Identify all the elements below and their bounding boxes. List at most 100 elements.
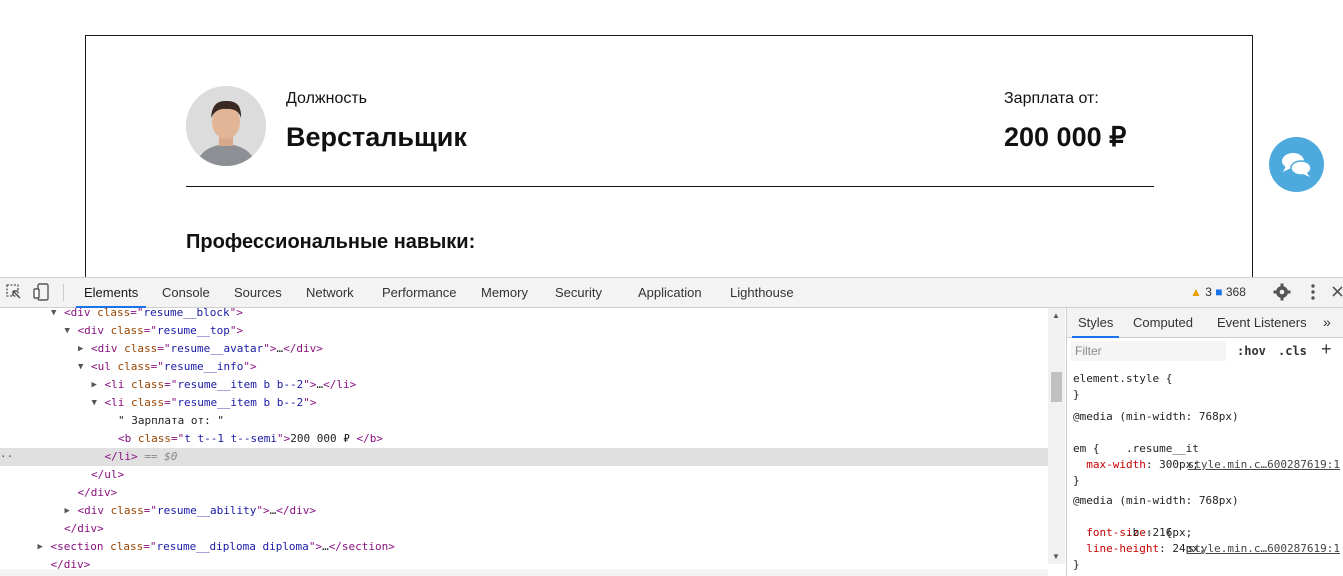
collapse-triangle-icon[interactable]: ▼ (78, 358, 83, 376)
warning-icon: ▲ (1190, 285, 1202, 299)
collapse-triangle-icon[interactable]: ▼ (65, 322, 70, 340)
tab-memory[interactable]: Memory (481, 278, 528, 307)
dom-token: <b (118, 432, 138, 445)
dom-token: <div (91, 342, 125, 355)
inspect-element-icon[interactable] (4, 282, 24, 302)
dom-token: class (97, 308, 131, 319)
cls-toggle[interactable]: .cls (1278, 344, 1307, 358)
tab-event-listeners[interactable]: Event Listeners (1217, 308, 1307, 337)
dom-token: resume__avatar (170, 342, 264, 355)
stylesheet-link[interactable]: style.min.c…600287619:1 (1188, 457, 1340, 473)
expand-triangle-icon[interactable]: ▶ (78, 340, 83, 358)
scroll-down-icon[interactable]: ▼ (1052, 552, 1060, 561)
close-icon[interactable] (1331, 282, 1343, 302)
more-tabs-icon[interactable]: » (1323, 308, 1331, 337)
dom-token: =" (143, 324, 157, 337)
tab-elements[interactable]: Elements (75, 278, 147, 308)
tab-security[interactable]: Security (555, 278, 602, 307)
hov-toggle[interactable]: :hov (1237, 344, 1266, 358)
dom-node[interactable]: ▶ <li class="resume__item b b--2">…</li> (0, 376, 1048, 394)
dom-token: "> (308, 540, 323, 553)
chat-button[interactable] (1269, 137, 1324, 192)
dom-token: <li (104, 396, 131, 409)
dom-token: "> (303, 396, 317, 409)
dom-node[interactable]: ▼ <div class="resume__block"> (0, 308, 1048, 322)
dom-token: resume__item b b--2 (177, 396, 304, 409)
position-value: Верстальщик (286, 122, 467, 152)
skills-title: Профессиональные навыки: (186, 231, 476, 253)
dom-token: class (110, 504, 144, 517)
dom-token: "> (229, 324, 244, 337)
tab-computed[interactable]: Computed (1133, 308, 1193, 337)
dom-node[interactable]: ▶ <div class="resume__avatar">…</div> (0, 340, 1048, 358)
dom-scrollbar[interactable]: ▲ ▼ (1048, 308, 1065, 564)
dom-node[interactable]: ▼ <li class="resume__item b b--2"> (0, 394, 1048, 412)
dom-node[interactable]: </ul> (0, 466, 1048, 484)
dom-node[interactable]: " Зарплата от: " (0, 412, 1048, 430)
dom-node[interactable]: </div> (0, 484, 1048, 502)
dom-token: … (322, 540, 329, 553)
dom-token: == $0 (137, 450, 178, 463)
chat-icon (1282, 153, 1312, 177)
tab-sources[interactable]: Sources (234, 278, 282, 307)
gear-icon[interactable] (1272, 282, 1292, 302)
dom-token: "> (229, 308, 243, 319)
dom-node[interactable]: ▼ <div class="resume__top"> (0, 322, 1048, 340)
dom-tree[interactable]: ▼ <div class="resume__block"> ▼ <div class=… (0, 308, 1048, 576)
resume-card: Должность Верстальщик Зарплата от: 200 0… (85, 35, 1253, 277)
issues-counter[interactable]: ▲ 3 ■ 368 (1190, 278, 1246, 307)
element-style-rule[interactable]: element.style { } (1067, 371, 1343, 403)
dom-token: class (124, 342, 158, 355)
scroll-up-icon[interactable]: ▲ (1052, 311, 1060, 320)
expand-triangle-icon[interactable]: ▶ (65, 502, 70, 520)
dom-token: class (110, 324, 144, 337)
dom-token: </div> (283, 342, 323, 355)
collapse-triangle-icon[interactable]: ▼ (92, 394, 97, 412)
rule-selector: .resume__it (1125, 442, 1199, 455)
dom-node-selected[interactable]: ·· </li> == $0 (0, 448, 1048, 466)
dom-token: </ul> (91, 468, 125, 481)
stylesheet-link[interactable]: style.min.c…600287619:1 (1188, 541, 1340, 557)
dom-token: "> (276, 432, 291, 445)
dom-node[interactable]: ▶ <div class="resume__ability">…</div> (0, 502, 1048, 520)
node-actions-icon[interactable]: ·· (0, 448, 13, 466)
tab-lighthouse[interactable]: Lighthouse (730, 278, 794, 307)
dom-node[interactable]: </div> (0, 520, 1048, 538)
salary-label: Зарплата от: (1004, 90, 1099, 107)
dom-token: 200 000 ₽ (290, 432, 357, 445)
dom-token: <div (64, 308, 98, 319)
dom-node[interactable]: <b class="t t--1 t--semi">200 000 ₽ </b> (0, 430, 1048, 448)
dom-token: </div> (276, 504, 316, 517)
dom-token: =" (150, 360, 164, 373)
expand-triangle-icon[interactable]: ▶ (92, 376, 97, 394)
media-rule-resume-item[interactable]: @media (min-width: 768px) .resume__it st… (1067, 406, 1343, 489)
media-query: @media (min-width: 768px) (1073, 494, 1239, 507)
tab-application[interactable]: Application (638, 278, 702, 307)
element-style-selector: element.style { (1073, 372, 1173, 385)
dom-node[interactable]: ▼ <ul class="resume__info"> (0, 358, 1048, 376)
more-options-icon[interactable] (1303, 282, 1323, 302)
tab-network[interactable]: Network (306, 278, 354, 307)
tab-console[interactable]: Console (162, 278, 210, 307)
tab-performance[interactable]: Performance (382, 278, 456, 307)
page-viewport: Должность Верстальщик Зарплата от: 200 0… (0, 0, 1343, 277)
dom-token: resume__top (157, 324, 230, 337)
expand-triangle-icon[interactable]: ▶ (38, 538, 43, 556)
dom-token: </li> (104, 450, 138, 463)
devtools-panel: Elements Console Sources Network Perform… (0, 277, 1343, 576)
dom-token: "> (263, 342, 277, 355)
dom-token: </div> (77, 486, 118, 499)
tab-styles[interactable]: Styles (1071, 308, 1120, 338)
scrollbar-thumb[interactable] (1051, 372, 1062, 402)
media-rule-b2[interactable]: @media (min-width: 768px) .b--2 { style.… (1067, 490, 1343, 573)
dom-token: <ul (91, 360, 118, 373)
new-rule-icon[interactable]: + (1321, 339, 1332, 360)
message-icon: ■ (1215, 285, 1223, 299)
styles-filter-input[interactable]: Filter (1071, 341, 1226, 361)
device-toolbar-icon[interactable] (32, 282, 52, 302)
dom-node[interactable]: ▶ <section class="resume__diploma diploma… (0, 538, 1048, 556)
dom-token: resume__item b b--2 (177, 378, 304, 391)
rule-selector: .b--2 { (1125, 526, 1173, 539)
collapse-triangle-icon[interactable]: ▼ (51, 308, 56, 322)
dom-token: =" (143, 540, 157, 553)
